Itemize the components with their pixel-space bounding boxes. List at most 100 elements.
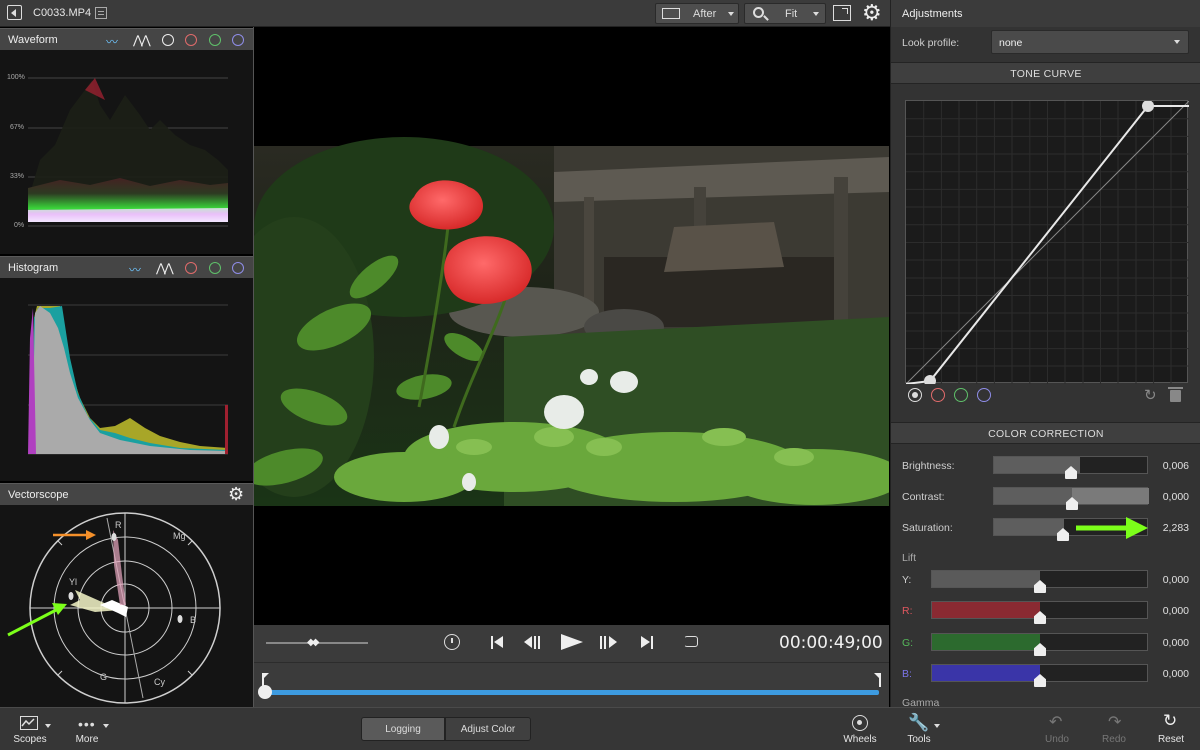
grid-label-0: 0% bbox=[14, 222, 25, 229]
curve-luma-channel-icon[interactable] bbox=[908, 388, 922, 402]
play-icon[interactable] bbox=[561, 634, 583, 650]
target-cy: Cy bbox=[154, 677, 165, 687]
waveform-header: Waveform 〰 ⋀⋀ bbox=[0, 28, 253, 50]
redo-button[interactable]: Redo bbox=[1094, 734, 1134, 745]
tone-curve-graph[interactable] bbox=[905, 100, 1189, 384]
lift-y-value: 0,000 bbox=[1162, 574, 1189, 586]
out-point-marker[interactable] bbox=[879, 673, 881, 687]
lift-b-slider[interactable] bbox=[931, 664, 1148, 687]
brightness-slider[interactable] bbox=[993, 456, 1148, 479]
compare-mode-label: After bbox=[693, 8, 717, 20]
step-forward-icon[interactable] bbox=[609, 636, 617, 648]
tab-logging[interactable]: Logging bbox=[361, 717, 445, 741]
tab-adjust-color[interactable]: Adjust Color bbox=[445, 717, 531, 741]
target-b: B bbox=[190, 615, 197, 625]
speed-slider[interactable] bbox=[266, 642, 368, 644]
back-icon[interactable] bbox=[7, 5, 22, 20]
curve-blue-channel-icon[interactable] bbox=[977, 388, 991, 402]
gear-icon[interactable]: ⚙ bbox=[862, 2, 882, 24]
video-viewer[interactable] bbox=[254, 27, 889, 625]
lift-r-value: 0,000 bbox=[1162, 605, 1189, 617]
red-channel-icon[interactable] bbox=[185, 34, 197, 46]
green-channel-icon[interactable] bbox=[209, 262, 221, 274]
timecode: 00:00:49;00 bbox=[779, 633, 883, 653]
undo-button[interactable]: Undo bbox=[1037, 734, 1077, 745]
zoom-dropdown[interactable]: Fit bbox=[744, 3, 826, 24]
skip-start-icon[interactable] bbox=[491, 636, 493, 649]
lift-g-label: G: bbox=[902, 637, 914, 649]
chevron-down-icon bbox=[728, 12, 734, 16]
look-profile-label: Look profile: bbox=[902, 37, 960, 49]
reset-icon[interactable]: ↻ bbox=[1163, 711, 1177, 731]
red-channel-icon[interactable] bbox=[185, 262, 197, 274]
reset-button[interactable]: Reset bbox=[1151, 734, 1191, 745]
speed-slider-handle-icon[interactable]: ◆◆ bbox=[307, 637, 320, 648]
scopes-button[interactable]: Scopes bbox=[10, 734, 50, 745]
target-g: G bbox=[100, 672, 108, 682]
vectorscope-settings-icon[interactable]: ⚙ bbox=[228, 484, 244, 505]
file-name: C0033.MP4 bbox=[33, 7, 92, 19]
curve-reset-icon[interactable]: ↻ bbox=[1144, 386, 1157, 404]
scopes-icon[interactable] bbox=[20, 716, 38, 730]
lift-y-label: Y: bbox=[902, 574, 912, 586]
timeline-bar[interactable] bbox=[265, 690, 879, 695]
chevron-down-icon bbox=[1174, 40, 1180, 44]
green-channel-icon[interactable] bbox=[209, 34, 221, 46]
saturation-value: 2,283 bbox=[1162, 522, 1189, 534]
step-back-icon[interactable] bbox=[524, 636, 532, 648]
wheels-icon[interactable] bbox=[852, 715, 868, 731]
waveform-mode-icon[interactable]: ⋀⋀ bbox=[133, 33, 151, 47]
wheels-button[interactable]: Wheels bbox=[840, 734, 880, 745]
clip-info-icon[interactable] bbox=[95, 7, 107, 19]
skip-end-bar-icon bbox=[651, 636, 653, 649]
blue-channel-icon[interactable] bbox=[232, 34, 244, 46]
compare-mode-dropdown[interactable]: After bbox=[655, 3, 739, 24]
top-toolbar: C0033.MP4 After Fit ⚙ bbox=[0, 0, 890, 27]
lift-r-slider[interactable] bbox=[931, 601, 1148, 624]
tools-button[interactable]: Tools bbox=[899, 734, 939, 745]
curve-green-channel-icon[interactable] bbox=[954, 388, 968, 402]
chevron-down-icon bbox=[103, 724, 109, 728]
contrast-value: 0,000 bbox=[1162, 491, 1189, 503]
undo-icon[interactable]: ↶ bbox=[1049, 712, 1062, 732]
skip-start-arrow-icon bbox=[494, 636, 503, 648]
saturation-label: Saturation: bbox=[902, 522, 953, 534]
wrench-icon[interactable]: 🔧 bbox=[908, 713, 929, 733]
chevron-down-icon bbox=[934, 724, 940, 728]
in-point-flag-icon bbox=[264, 673, 269, 678]
parade-icon[interactable]: 〰 bbox=[106, 33, 118, 50]
grid-label-67: 67% bbox=[10, 124, 25, 131]
more-button[interactable]: More bbox=[67, 734, 107, 745]
trash-icon[interactable] bbox=[1168, 387, 1183, 402]
contrast-slider[interactable] bbox=[993, 487, 1149, 510]
target-yl: Yl bbox=[69, 577, 78, 587]
timeline[interactable] bbox=[254, 662, 889, 707]
histogram-title: Histogram bbox=[8, 262, 59, 274]
timer-icon[interactable] bbox=[444, 634, 460, 650]
luma-channel-icon[interactable] bbox=[162, 34, 174, 46]
histogram-mode-icon[interactable]: ⋀⋀ bbox=[156, 261, 174, 275]
parade-icon[interactable]: 〰 bbox=[129, 261, 141, 278]
redo-icon[interactable]: ↷ bbox=[1108, 712, 1121, 732]
contrast-label: Contrast: bbox=[902, 491, 945, 503]
out-point-flag-icon bbox=[874, 673, 879, 678]
look-profile-dropdown[interactable]: none bbox=[991, 30, 1189, 54]
lift-g-value: 0,000 bbox=[1162, 637, 1189, 649]
playhead[interactable] bbox=[258, 685, 272, 699]
chevron-down-icon bbox=[813, 12, 819, 16]
curve-red-channel-icon[interactable] bbox=[931, 388, 945, 402]
chevron-down-icon bbox=[45, 724, 51, 728]
lift-g-slider[interactable] bbox=[931, 633, 1148, 656]
lift-r-label: R: bbox=[902, 605, 913, 617]
skip-end-icon[interactable] bbox=[641, 636, 650, 648]
more-icon[interactable]: ••• bbox=[78, 716, 96, 732]
waveform-title: Waveform bbox=[8, 34, 58, 46]
loop-icon[interactable] bbox=[684, 636, 698, 647]
blue-channel-icon[interactable] bbox=[232, 262, 244, 274]
color-correction-header: COLOR CORRECTION bbox=[891, 422, 1200, 444]
grid-label-100: 100% bbox=[7, 74, 25, 81]
lift-y-slider[interactable] bbox=[931, 570, 1148, 593]
target-mg: Mg bbox=[173, 531, 186, 541]
annotation-arrow-icon bbox=[1076, 517, 1148, 539]
fullscreen-icon[interactable] bbox=[833, 5, 851, 21]
